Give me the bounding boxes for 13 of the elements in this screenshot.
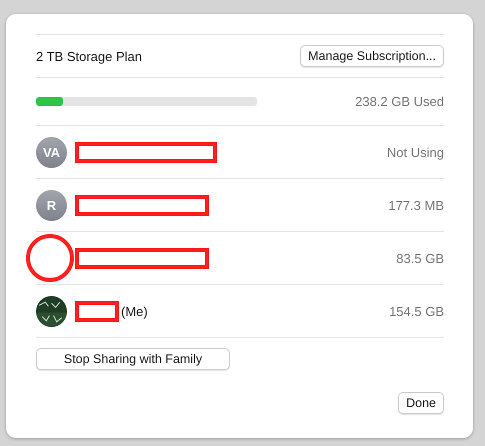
redaction-box xyxy=(75,300,119,322)
storage-used-label: 238.2 GB Used xyxy=(355,94,444,109)
avatar: R xyxy=(36,190,67,220)
done-button[interactable]: Done xyxy=(398,392,444,414)
member-name: (Me) xyxy=(121,304,148,318)
usage-label: 154.5 GB xyxy=(389,304,444,318)
plan-label: 2 TB Storage Plan xyxy=(36,48,142,64)
usage-label: Not Using xyxy=(386,144,444,160)
stop-sharing-button[interactable]: Stop Sharing with Family xyxy=(36,348,230,370)
usage-label: 177.3 MB xyxy=(388,198,444,212)
usage-label: 83.5 GB xyxy=(396,250,444,266)
avatar: VA xyxy=(36,136,67,168)
manage-subscription-button[interactable]: Manage Subscription... xyxy=(300,45,444,67)
